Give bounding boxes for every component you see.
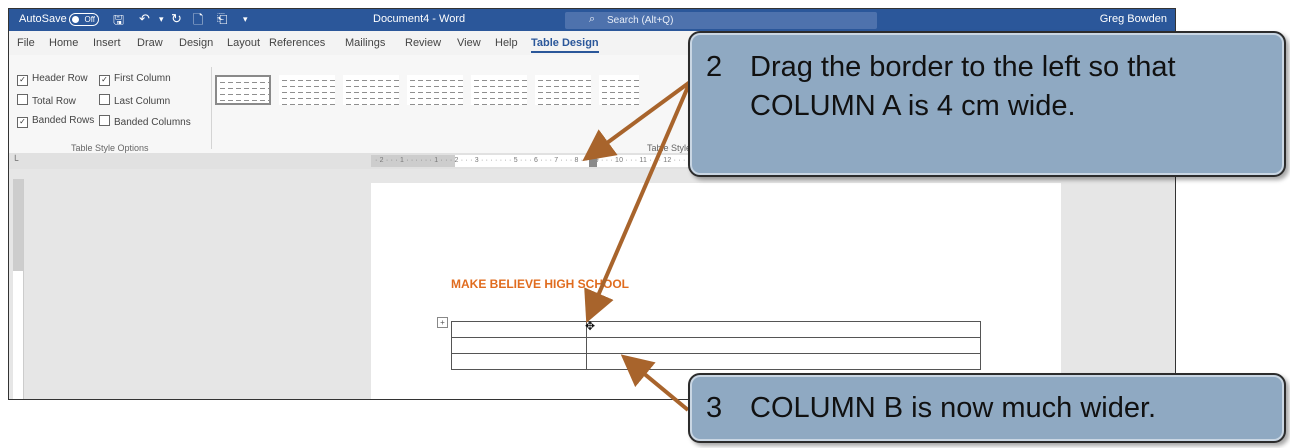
group-label-table-style-options: Table Style Options	[71, 143, 149, 153]
table-row	[451, 321, 981, 338]
callout-number: 2	[706, 51, 723, 83]
option-label: Total Row	[32, 96, 76, 107]
option-first-column[interactable]: ✓ First Column	[99, 73, 171, 86]
document-heading[interactable]: MAKE BELIEVE HIGH SCHOOL	[451, 277, 629, 291]
option-last-column[interactable]: Last Column	[99, 94, 170, 107]
document-page[interactable]: MAKE BELIEVE HIGH SCHOOL + ✥	[371, 183, 1061, 399]
table-cell-column-a[interactable]	[451, 353, 587, 370]
tab-mailings[interactable]: Mailings	[345, 37, 385, 49]
tab-selector-icon[interactable]: └	[12, 155, 24, 167]
tab-layout[interactable]: Layout	[227, 37, 260, 49]
resize-cursor-icon: ✥	[585, 319, 596, 333]
tab-table-design[interactable]: Table Design	[531, 37, 599, 53]
option-label: Last Column	[114, 96, 171, 107]
table-cell-column-a[interactable]	[451, 337, 587, 354]
callout-line: COLUMN B is now much wider.	[750, 392, 1157, 424]
table-row	[451, 337, 981, 354]
title-bar: AutoSave Off 🖫 ↶ ▾ ↻ 🗋 ⎗ ▾ Document4 - W…	[9, 9, 1175, 31]
callout-text: Drag the border to the left so that COLU…	[750, 48, 1176, 126]
option-banded-rows[interactable]: ✓ Banded Rows	[17, 115, 94, 128]
tab-design[interactable]: Design	[179, 37, 213, 49]
vertical-ruler	[13, 179, 24, 399]
callout-step-2: 2 Drag the border to the left so that CO…	[688, 31, 1286, 177]
tab-view[interactable]: View	[457, 37, 481, 49]
tab-draw[interactable]: Draw	[137, 37, 163, 49]
table-style-thumbnail[interactable]	[471, 75, 527, 105]
save-icon[interactable]: 🖫	[113, 11, 124, 33]
table-style-thumbnail[interactable]	[343, 75, 399, 105]
table-move-handle-icon[interactable]: +	[437, 317, 448, 328]
tab-insert[interactable]: Insert	[93, 37, 121, 49]
new-doc-icon[interactable]: 🗋	[193, 11, 203, 33]
option-label: Banded Rows	[32, 115, 95, 126]
search-placeholder: Search (Alt+Q)	[607, 15, 674, 26]
checkbox-icon	[99, 94, 110, 105]
column-border-marker[interactable]	[589, 155, 597, 167]
tab-file[interactable]: File	[17, 37, 35, 49]
table-cell-column-a[interactable]	[451, 321, 587, 338]
checkbox-icon	[17, 94, 28, 105]
undo-icon[interactable]: ↶	[139, 11, 150, 27]
table-style-thumbnail[interactable]	[407, 75, 463, 105]
checkbox-checked-icon: ✓	[17, 75, 28, 86]
table-row	[451, 353, 981, 370]
option-banded-columns[interactable]: Banded Columns	[99, 115, 191, 128]
tab-references[interactable]: References	[269, 37, 325, 49]
search-icon: ⌕	[589, 13, 596, 25]
document-title: Document4 - Word	[373, 13, 466, 25]
option-label: First Column	[114, 73, 171, 84]
callout-text: COLUMN B is now much wider.	[750, 389, 1156, 428]
tab-review[interactable]: Review	[405, 37, 441, 49]
autosave-label: AutoSave	[19, 13, 67, 25]
table-cell-column-b[interactable]	[586, 321, 981, 338]
undo-dropdown-icon[interactable]: ▾	[159, 14, 164, 25]
vertical-ruler-margin	[13, 179, 23, 271]
table-style-thumbnail[interactable]	[535, 75, 591, 105]
callout-step-3: 3 COLUMN B is now much wider.	[688, 373, 1286, 443]
search-box[interactable]: ⌕ Search (Alt+Q)	[565, 12, 877, 29]
option-total-row[interactable]: Total Row	[17, 94, 76, 107]
tab-help[interactable]: Help	[495, 37, 518, 49]
autosave-toggle[interactable]: Off	[69, 13, 99, 26]
callout-line: COLUMN A is 4 cm wide.	[750, 90, 1076, 122]
callout-number: 3	[706, 392, 723, 424]
checkbox-checked-icon: ✓	[17, 117, 28, 128]
option-label: Header Row	[32, 73, 88, 84]
open-folder-icon[interactable]: ⎗	[217, 11, 227, 27]
table-style-thumbnail[interactable]	[279, 75, 335, 105]
table-cell-column-b[interactable]	[586, 353, 981, 370]
table-cell-column-b[interactable]	[586, 337, 981, 354]
tab-home[interactable]: Home	[49, 37, 78, 49]
customize-qat-icon[interactable]: ▾	[243, 14, 248, 25]
option-header-row[interactable]: ✓ Header Row	[17, 73, 88, 86]
ribbon-separator	[211, 67, 212, 149]
checkbox-checked-icon: ✓	[99, 75, 110, 86]
option-label: Banded Columns	[114, 117, 191, 128]
callout-line: Drag the border to the left so that	[750, 51, 1176, 83]
user-name[interactable]: Greg Bowden	[1100, 13, 1167, 25]
table-style-thumbnail[interactable]	[215, 75, 271, 105]
redo-icon[interactable]: ↻	[171, 11, 182, 27]
checkbox-icon	[99, 115, 110, 126]
word-table[interactable]	[451, 321, 981, 370]
table-style-thumbnail[interactable]	[599, 75, 639, 105]
